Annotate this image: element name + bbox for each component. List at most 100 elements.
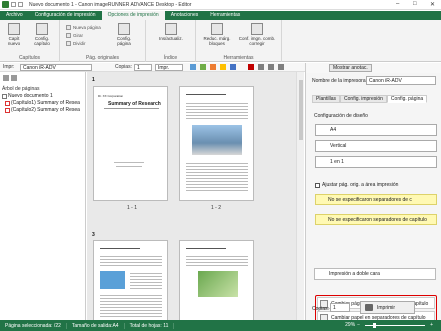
tab-config-pagina[interactable]: Config. página — [386, 95, 428, 103]
tree-expand-icon[interactable] — [3, 75, 9, 81]
tab-herramientas[interactable]: Herramientas — [204, 11, 246, 20]
copy-icon[interactable] — [268, 64, 274, 70]
page-thumbnail[interactable]: Dr. XX Corporation Summary of Research — [93, 86, 168, 201]
zoom-out-icon[interactable]: − — [355, 322, 362, 328]
tab-config-impresion[interactable]: Configuración de impresión — [29, 11, 102, 20]
paper-size-select[interactable]: A4 — [315, 124, 437, 136]
page-label: 1 - 1 — [127, 205, 138, 211]
reduce-margins-button[interactable]: Reduc. márg. bloques — [202, 23, 232, 46]
page-number: 1 — [92, 77, 95, 83]
duplex-select[interactable]: Impresión a doble cara — [314, 268, 436, 280]
printer-name-label: Nombre de la impresora: — [312, 78, 368, 84]
new-page-button[interactable]: Nueva página — [66, 25, 101, 30]
rotate-button[interactable]: Girar — [66, 33, 83, 38]
edit-icon[interactable] — [200, 64, 206, 70]
zoom-slider[interactable] — [365, 322, 426, 328]
reduce-margins-icon — [211, 23, 223, 35]
zoom-slider-knob[interactable] — [373, 322, 377, 328]
group-herramientas: Reduc. márg. bloques Conf. imgn. comb. c… — [196, 20, 282, 62]
page-thumbnail[interactable] — [93, 240, 168, 320]
new-chapter-button[interactable]: Capít nuevo — [2, 23, 26, 46]
tab-anotaciones[interactable]: Anotaciones — [165, 11, 205, 20]
close-button[interactable]: ✕ — [430, 1, 435, 8]
new-page-icon — [66, 25, 71, 30]
text-line — [114, 162, 144, 163]
text-block — [186, 101, 248, 119]
copies-input[interactable]: 1 — [134, 64, 152, 71]
maximize-button[interactable]: □ — [413, 1, 417, 7]
document-icon — [2, 94, 7, 99]
delete-icon[interactable] — [248, 64, 254, 70]
group-capitulos: Capít nuevo Config. capítulo Capítulos — [0, 20, 60, 62]
page-settings-button[interactable]: Config. página — [112, 23, 136, 46]
text-line — [104, 108, 159, 109]
selected-page-status: Página seleccionada: /22 — [0, 322, 67, 329]
split-button[interactable]: Dividir — [66, 41, 86, 46]
fit-to-area-checkbox[interactable]: Ajustar pág. orig. a área impresión — [315, 182, 398, 188]
settings-icon[interactable] — [230, 64, 236, 70]
total-sheets-status: Total de hojas: 11 — [125, 322, 175, 329]
zoom-control: 29% − + — [345, 322, 435, 328]
tab-plantillas[interactable]: Plantillas — [312, 95, 341, 103]
preview-icon[interactable] — [190, 64, 196, 70]
vertical-scrollbar[interactable] — [296, 72, 304, 320]
copies-input[interactable]: 1 — [330, 303, 350, 312]
printer-icon — [365, 304, 373, 311]
tree-node-document[interactable]: Nuevo documento 1 — [2, 93, 80, 100]
tab-config-impresion[interactable]: Config. impresión — [340, 95, 387, 103]
chapter-separator-option[interactable]: No se especificaron separadores de capít… — [315, 214, 437, 225]
page-thumbnail[interactable] — [179, 240, 254, 320]
stamp-icon[interactable] — [210, 64, 216, 70]
quick-access-undo-icon[interactable] — [18, 2, 23, 7]
quick-access-icon[interactable] — [11, 2, 16, 7]
pages-per-sheet-select[interactable]: 1 en 1 — [315, 156, 437, 168]
output-size-status: Tamaño de salida:A4 — [67, 322, 125, 329]
printer-select[interactable]: Canon iR-ADV — [20, 64, 92, 71]
window-title: Nuevo documento 1 - Canon imageRUNNER AD… — [29, 1, 192, 8]
rotate-icon — [66, 33, 71, 38]
orientation-select[interactable]: Vertical — [315, 140, 437, 152]
text-block — [130, 271, 162, 289]
scrollbar-thumb[interactable] — [299, 80, 303, 140]
group-label: Pág. originales — [85, 55, 120, 61]
combine-images-icon — [251, 23, 263, 35]
tree-collapse-icon[interactable] — [11, 75, 17, 81]
minimize-button[interactable]: – — [396, 1, 399, 7]
chapter-separator-select[interactable]: No se especificaron separadores de c — [315, 194, 437, 205]
copies-label: Copias: — [312, 306, 329, 312]
tab-archivo[interactable]: Archivo — [0, 11, 29, 20]
document-preview-area[interactable]: 1 Dr. XX Corporation Summary of Research… — [87, 72, 304, 320]
print-mode-button[interactable]: Impr. — [155, 64, 183, 71]
annotation-icon[interactable] — [220, 64, 226, 70]
ribbon-tabs: Archivo Configuración de impresión Opcio… — [0, 11, 441, 20]
group-label: Capítulos — [18, 55, 41, 61]
zoom-in-icon[interactable]: + — [428, 322, 435, 328]
insert-update-button[interactable]: Ins/actualiz. — [159, 23, 183, 41]
page-header-text: Dr. XX Corporation — [98, 94, 124, 98]
text-line — [100, 248, 140, 249]
pdf-icon — [5, 101, 10, 106]
photo-image — [192, 125, 242, 155]
chapter-settings-icon — [36, 23, 48, 35]
print-button[interactable]: Imprimir — [360, 301, 415, 314]
group-pag-originales: Nueva página Girar Dividir Config. págin… — [60, 20, 146, 62]
page-thumbnail[interactable] — [179, 86, 254, 201]
text-line — [186, 94, 226, 95]
show-annotations-button[interactable]: Mostrar anotac. — [329, 64, 372, 72]
tree-node-chapter-2[interactable]: (Capítulo2) Summary of Resea — [2, 107, 80, 114]
index-icon — [165, 23, 177, 35]
combine-images-button[interactable]: Conf. imgn. comb. corregir — [238, 23, 276, 46]
tab-opciones-impresion[interactable]: Opciones de impresión — [101, 11, 165, 20]
tree-node-chapter-1[interactable]: (Capítulo1) Summary of Resea — [2, 100, 80, 107]
text-block — [186, 161, 248, 191]
photo-image — [198, 271, 238, 297]
text-block — [100, 254, 162, 266]
printer-name-select[interactable]: Canon iR-ADV — [366, 76, 436, 85]
split-icon — [66, 41, 71, 46]
printer-label: Impr: — [3, 64, 15, 70]
text-line — [186, 248, 226, 249]
paste-icon[interactable] — [278, 64, 284, 70]
settings-panel: Mostrar anotac. Nombre de la impresora: … — [305, 63, 441, 325]
chapter-settings-button[interactable]: Config. capítulo — [30, 23, 54, 46]
cut-icon[interactable] — [258, 64, 264, 70]
